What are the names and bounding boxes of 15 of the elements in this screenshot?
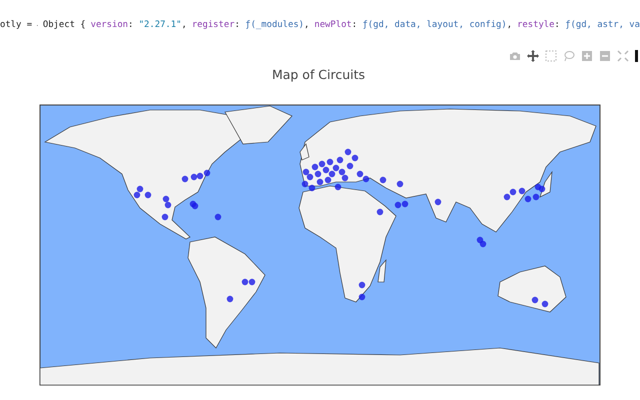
zoom-in-icon[interactable] bbox=[581, 50, 593, 62]
console-variable: otly = bbox=[0, 20, 32, 30]
console-object-label: Object { bbox=[42, 20, 86, 30]
zoom-out-icon[interactable] bbox=[599, 50, 611, 62]
console-property: restyle: ƒ(gd, astr, va bbox=[517, 20, 640, 30]
console-property: register: ƒ(_modules), bbox=[192, 20, 310, 30]
console-property: newPlot: ƒ(gd, data, layout, config), bbox=[314, 20, 512, 30]
chart-title: Map of Circuits bbox=[270, 67, 366, 82]
logo-icon[interactable] bbox=[635, 50, 638, 62]
camera-icon[interactable] bbox=[509, 50, 521, 62]
box-select-icon[interactable] bbox=[545, 50, 557, 62]
reset-axes-icon[interactable] bbox=[617, 50, 629, 62]
pan-icon[interactable] bbox=[527, 50, 539, 62]
console-property: version: "2.27.1", bbox=[90, 20, 187, 30]
lasso-icon[interactable] bbox=[563, 50, 575, 62]
